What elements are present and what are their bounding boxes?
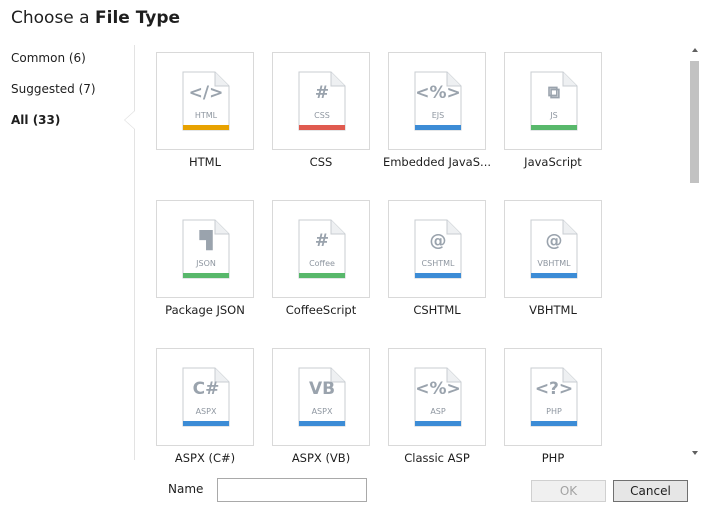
file-type-tile[interactable]: <?> PHP PHP: [493, 341, 609, 465]
sidebar-item-suggested[interactable]: Suggested (7): [11, 82, 96, 96]
cshtml-file-icon: @ CSHTML: [414, 219, 462, 279]
file-type-tile[interactable]: VB ASPX ASPX (VB): [261, 341, 377, 465]
vbhtml-file-icon: @ VBHTML: [530, 219, 578, 279]
file-extension-label: ASPX: [195, 407, 217, 416]
json-file-icon: ▜ JSON: [182, 219, 230, 279]
file-type-label: Embedded JavaS...: [382, 155, 492, 169]
aspx-vb-file-icon: VB ASPX: [298, 367, 346, 427]
sidebar-divider: [134, 45, 135, 460]
file-glyph: VB: [308, 379, 336, 399]
file-extension-label: JS: [550, 111, 558, 120]
name-input[interactable]: [217, 478, 367, 502]
file-type-icon-box: ⧉ JS: [504, 52, 602, 150]
file-type-tile[interactable]: </> HTML HTML: [145, 45, 261, 185]
file-type-tile[interactable]: # Coffee CoffeeScript: [261, 193, 377, 333]
file-type-grid: </> HTML HTML # CSS CSS <%> EJS Embedded JavaS..…: [145, 45, 680, 465]
asp-file-icon: <%> ASP: [414, 367, 462, 427]
file-extension-label: CSS: [314, 111, 330, 120]
dialog-title-bold: File Type: [95, 8, 181, 28]
name-label: Name: [168, 482, 204, 496]
file-type-icon-box: # Coffee: [272, 200, 370, 298]
file-type-tile[interactable]: # CSS CSS: [261, 45, 377, 185]
file-type-label: ASPX (C#): [174, 451, 236, 465]
file-type-label: CSHTML: [413, 303, 461, 317]
file-glyph: ⧉: [547, 83, 561, 103]
file-type-icon-box: <%> EJS: [388, 52, 486, 150]
file-type-icon-box: # CSS: [272, 52, 370, 150]
file-extension-label: EJS: [431, 111, 445, 120]
file-type-tile[interactable]: @ CSHTML CSHTML: [377, 193, 493, 333]
sidebar-item-all[interactable]: All (33): [11, 113, 60, 127]
php-file-icon: <?> PHP: [530, 367, 578, 427]
scroll-down-arrow-icon[interactable]: [692, 451, 698, 455]
file-type-label: PHP: [541, 451, 565, 465]
file-type-label: ASPX (VB): [291, 451, 351, 465]
file-glyph: </>: [188, 83, 224, 103]
scroll-up-arrow-icon[interactable]: [692, 48, 698, 52]
vertical-scrollbar[interactable]: [687, 45, 703, 463]
ok-button[interactable]: OK: [531, 480, 606, 502]
html-file-icon: </> HTML: [182, 71, 230, 131]
file-type-icon-box: @ CSHTML: [388, 200, 486, 298]
file-extension-label: CSHTML: [421, 259, 455, 268]
file-extension-label: ASPX: [311, 407, 333, 416]
file-type-tile[interactable]: ▜ JSON Package JSON: [145, 193, 261, 333]
cancel-button[interactable]: Cancel: [613, 480, 688, 502]
file-type-tile[interactable]: <%> ASP Classic ASP: [377, 341, 493, 465]
aspx-cs-file-icon: C# ASPX: [182, 367, 230, 427]
file-glyph: #: [314, 231, 330, 251]
file-type-tile[interactable]: C# ASPX ASPX (C#): [145, 341, 261, 465]
file-type-label: Package JSON: [165, 303, 245, 317]
file-type-icon-box: VB ASPX: [272, 348, 370, 446]
file-type-icon-box: @ VBHTML: [504, 200, 602, 298]
file-type-label: VBHTML: [529, 303, 577, 317]
file-extension-label: HTML: [194, 111, 218, 120]
file-type-icon-box: C# ASPX: [156, 348, 254, 446]
file-glyph: C#: [192, 379, 220, 399]
dialog-title: Choose a File Type: [11, 8, 180, 28]
file-type-icon-box: </> HTML: [156, 52, 254, 150]
file-glyph: @: [429, 231, 447, 251]
file-type-label: HTML: [188, 155, 221, 169]
file-type-label: Classic ASP: [404, 451, 470, 465]
file-type-label: CSS: [309, 155, 333, 169]
scroll-thumb[interactable]: [690, 61, 699, 183]
file-glyph: #: [314, 83, 330, 103]
js-file-icon: ⧉ JS: [530, 71, 578, 131]
category-sidebar: Common (6) Suggested (7) All (33): [0, 45, 135, 460]
file-glyph: <?>: [534, 379, 574, 399]
file-type-icon-box: ▜ JSON: [156, 200, 254, 298]
file-extension-label: JSON: [196, 259, 216, 268]
file-glyph: <%>: [415, 379, 461, 399]
dialog-title-prefix: Choose a: [11, 8, 95, 28]
file-extension-label: PHP: [546, 407, 562, 416]
file-glyph: <%>: [415, 83, 461, 103]
file-type-label: CoffeeScript: [285, 303, 357, 317]
file-type-label: JavaScript: [524, 155, 582, 169]
file-type-icon-box: <?> PHP: [504, 348, 602, 446]
ejs-file-icon: <%> EJS: [414, 71, 462, 131]
file-extension-label: VBHTML: [537, 259, 571, 268]
file-extension-label: Coffee: [309, 259, 335, 268]
coffee-file-icon: # Coffee: [298, 219, 346, 279]
css-file-icon: # CSS: [298, 71, 346, 131]
file-type-tile[interactable]: <%> EJS Embedded JavaS...: [377, 45, 493, 185]
file-glyph: ▜: [199, 231, 213, 251]
file-type-tile[interactable]: ⧉ JS JavaScript: [493, 45, 609, 185]
file-glyph: @: [545, 231, 563, 251]
file-type-icon-box: <%> ASP: [388, 348, 486, 446]
sidebar-item-common[interactable]: Common (6): [11, 51, 86, 65]
file-extension-label: ASP: [430, 407, 446, 416]
file-type-tile[interactable]: @ VBHTML VBHTML: [493, 193, 609, 333]
